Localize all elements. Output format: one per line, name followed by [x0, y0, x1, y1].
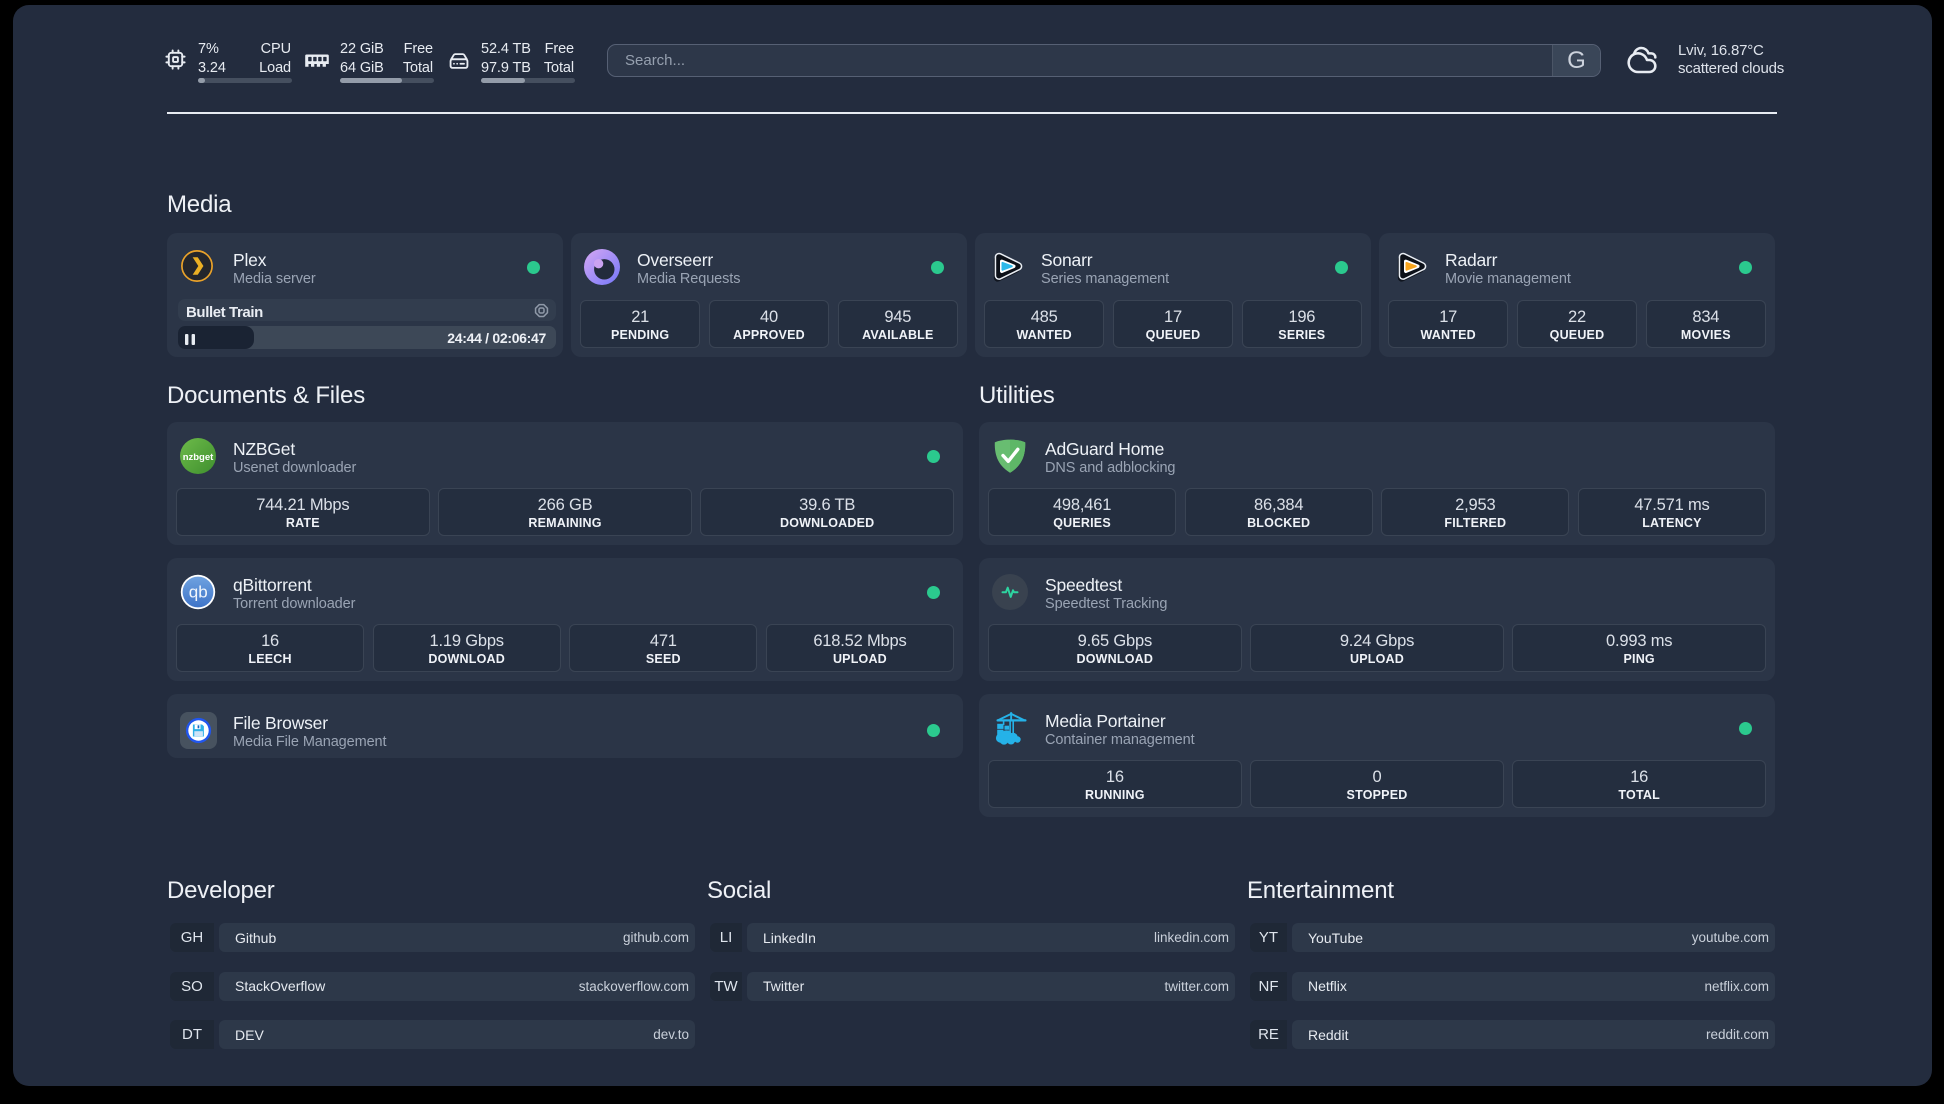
svg-text:qb: qb: [189, 583, 208, 602]
svg-text:nzbget: nzbget: [183, 452, 214, 463]
